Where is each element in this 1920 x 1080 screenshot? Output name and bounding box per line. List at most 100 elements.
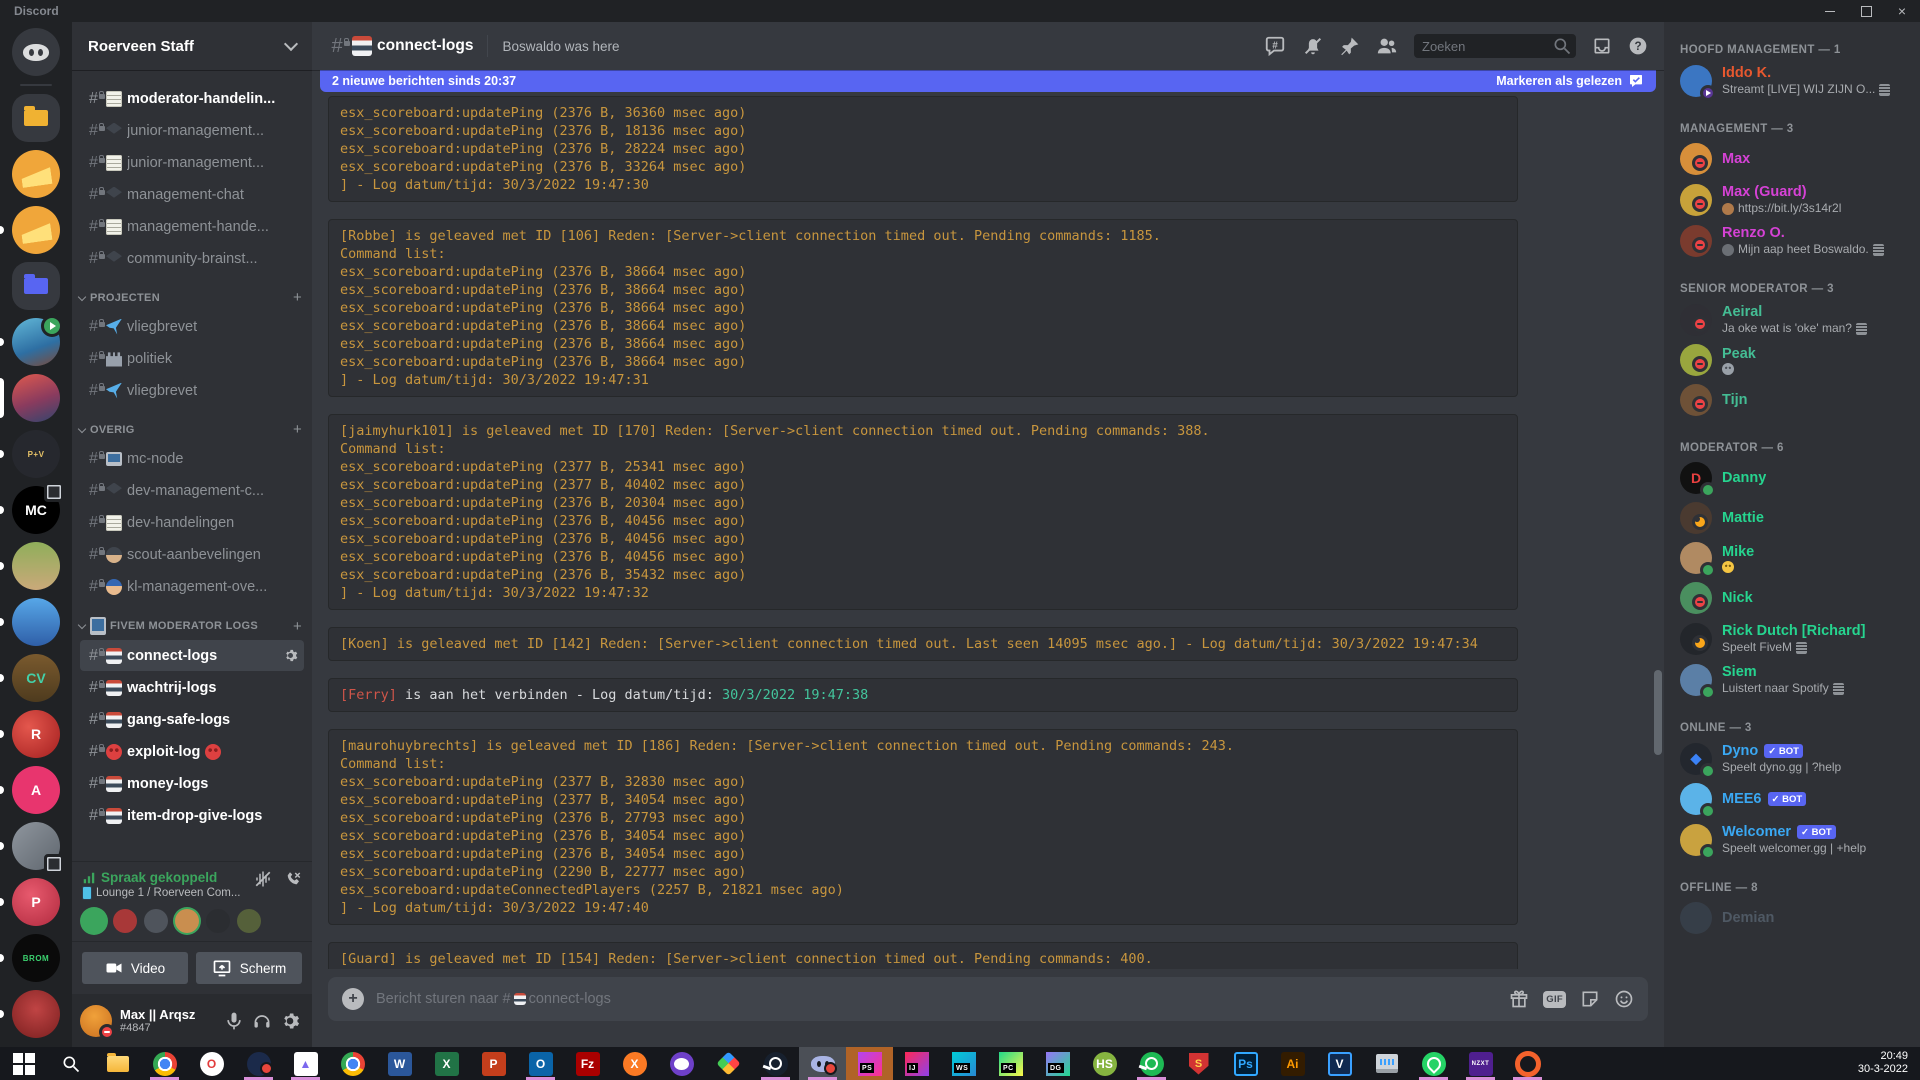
server-icon-server-r[interactable]: R [12,710,60,758]
nzxt-cam[interactable]: NZXT [1457,1047,1504,1080]
member-row[interactable]: Mike [1672,538,1912,578]
member-row[interactable]: DDanny [1672,458,1912,498]
outlook[interactable]: O [517,1047,564,1080]
discord-taskbar[interactable] [799,1047,846,1080]
channel-mc-node[interactable]: #mc-node [80,443,304,474]
channel-vliegbrevet[interactable]: #vliegbrevet [80,375,304,406]
channel-moderator-handelin-[interactable]: #moderator-handelin... [80,83,304,114]
server-icon-server-cheese-1[interactable] [12,150,60,198]
word[interactable]: W [376,1047,423,1080]
server-icon-discord-home[interactable] [12,28,60,76]
illustrator[interactable]: Ai [1269,1047,1316,1080]
member-row[interactable]: ◆Dyno✓ BOTSpeelt dyno.gg | ?help [1672,738,1912,779]
server-icon-server-cv[interactable]: CV [12,654,60,702]
chat-scrollbar[interactable] [1654,670,1662,755]
taskbar-clock[interactable]: 20:49 30-3-2022 [1858,1047,1920,1080]
member-row[interactable]: MEE6✓ BOT [1672,779,1912,819]
channel-gang-safe-logs[interactable]: #gang-safe-logs [80,704,304,735]
chrome[interactable] [141,1047,188,1080]
member-row[interactable]: Welcomer✓ BOTSpeelt welcomer.gg | +help [1672,819,1912,860]
spotify[interactable] [1128,1047,1175,1080]
whatsapp[interactable] [1410,1047,1457,1080]
create-channel-icon[interactable]: + [293,289,302,306]
member-row[interactable]: Peak [1672,340,1912,380]
member-row[interactable]: Nick [1672,578,1912,618]
mark-as-read-button[interactable]: Markeren als gelezen [1496,73,1644,89]
filezilla[interactable]: Fz [564,1047,611,1080]
threads-icon[interactable]: # [1264,35,1286,57]
member-row[interactable]: Demian [1672,898,1912,938]
server-icon-server-dog[interactable] [12,542,60,590]
webstorm[interactable]: WS [940,1047,987,1080]
diagram-app[interactable] [705,1047,752,1080]
gift-icon[interactable] [1509,989,1529,1009]
browser-with-notification[interactable] [235,1047,282,1080]
notifications-muted-icon[interactable] [1302,35,1324,57]
channel-junior-management-[interactable]: #junior-management... [80,147,304,178]
server-icon-server-folder-blue[interactable] [12,262,60,310]
server-icon-server-party[interactable]: P+V [12,430,60,478]
attach-plus-icon[interactable]: + [342,988,364,1010]
vegas[interactable]: V [1316,1047,1363,1080]
channel-vliegbrevet[interactable]: #vliegbrevet [80,311,304,342]
server-icon-server-city-red[interactable] [12,374,60,422]
create-channel-icon[interactable]: + [293,618,302,635]
create-channel-icon[interactable]: + [293,421,302,438]
member-row[interactable]: Max [1672,139,1912,179]
server-icon-server-car[interactable] [12,990,60,1038]
hardware-monitor[interactable] [1363,1047,1410,1080]
intellij[interactable]: IJ [893,1047,940,1080]
phpstorm[interactable]: PS [846,1047,893,1080]
channel-management-chat[interactable]: #management-chat [80,179,304,210]
close-button[interactable]: × [1884,0,1920,22]
channel-community-brainst-[interactable]: #community-brainst... [80,243,304,274]
disconnect-call-icon[interactable] [284,870,302,888]
channel-item-drop-give-logs[interactable]: #item-drop-give-logs [80,800,304,831]
channel-junior-management-[interactable]: #junior-management... [80,115,304,146]
server-icon-server-p[interactable]: P [12,878,60,926]
channel-dev-management-c-[interactable]: #dev-management-c... [80,475,304,506]
start-button[interactable] [0,1047,47,1080]
member-row[interactable]: Iddo K.Streamt [LIVE] WIJ ZIJN O... [1672,60,1912,101]
voice-channel[interactable]: Lounge 1 / Roerveen Com... [82,886,240,900]
pin-icon[interactable] [1340,36,1360,56]
server-icon-server-cheese-2[interactable] [12,206,60,254]
channel-dev-handelingen[interactable]: #dev-handelingen [80,507,304,538]
channel-kl-management-ove-[interactable]: #kl-management-ove... [80,571,304,602]
category-projecten[interactable]: PROJECTEN+ [72,275,312,310]
maximize-button[interactable] [1848,0,1884,22]
server-icon-server-brom[interactable]: BROM [12,934,60,982]
color-wheel-app[interactable] [329,1047,376,1080]
inbox-icon[interactable] [1592,36,1612,56]
noise-suppression-icon[interactable] [254,870,272,888]
member-row[interactable]: Rick Dutch [Richard]Speelt FiveM [1672,618,1912,659]
channel-management-hande-[interactable]: #management-hande... [80,211,304,242]
gif-icon[interactable]: GIF [1543,991,1566,1008]
gear-icon[interactable] [276,1007,304,1035]
server-icon-server-mc-node[interactable]: MC [12,486,60,534]
github-desktop[interactable] [658,1047,705,1080]
avatar[interactable] [80,1005,112,1037]
channel-wachtrij-logs[interactable]: #wachtrij-logs [80,672,304,703]
gear-icon[interactable] [283,648,298,663]
excel[interactable]: X [423,1047,470,1080]
channel-scout-aanbevelingen[interactable]: #scout-aanbevelingen [80,539,304,570]
member-row[interactable]: Renzo O.Mijn aap heet Boswaldo. [1672,220,1912,261]
photoshop[interactable]: Ps [1222,1047,1269,1080]
server-icon-server-road-pink[interactable]: A [12,766,60,814]
clickup[interactable]: ▲ [282,1047,329,1080]
taskbar-search[interactable] [47,1047,94,1080]
shield-s-app[interactable]: S [1175,1047,1222,1080]
datagrip[interactable]: DG [1034,1047,1081,1080]
member-list-icon[interactable] [1376,35,1398,57]
origin[interactable] [1504,1047,1551,1080]
message-input[interactable]: Bericht sturen naar # connect-logs [376,991,1497,1007]
channel-connect-logs[interactable]: #connect-logs [80,640,304,671]
member-row[interactable]: Max (Guard)https://bit.ly/3s14r2l [1672,179,1912,220]
powerpoint[interactable]: P [470,1047,517,1080]
guild-header[interactable]: Roerveen Staff [72,22,312,70]
member-row[interactable]: SiemLuistert naar Spotify [1672,659,1912,700]
video-button[interactable]: Video [82,952,188,984]
channel-exploit-log[interactable]: #exploit-log [80,736,304,767]
heidisql[interactable]: HS [1081,1047,1128,1080]
